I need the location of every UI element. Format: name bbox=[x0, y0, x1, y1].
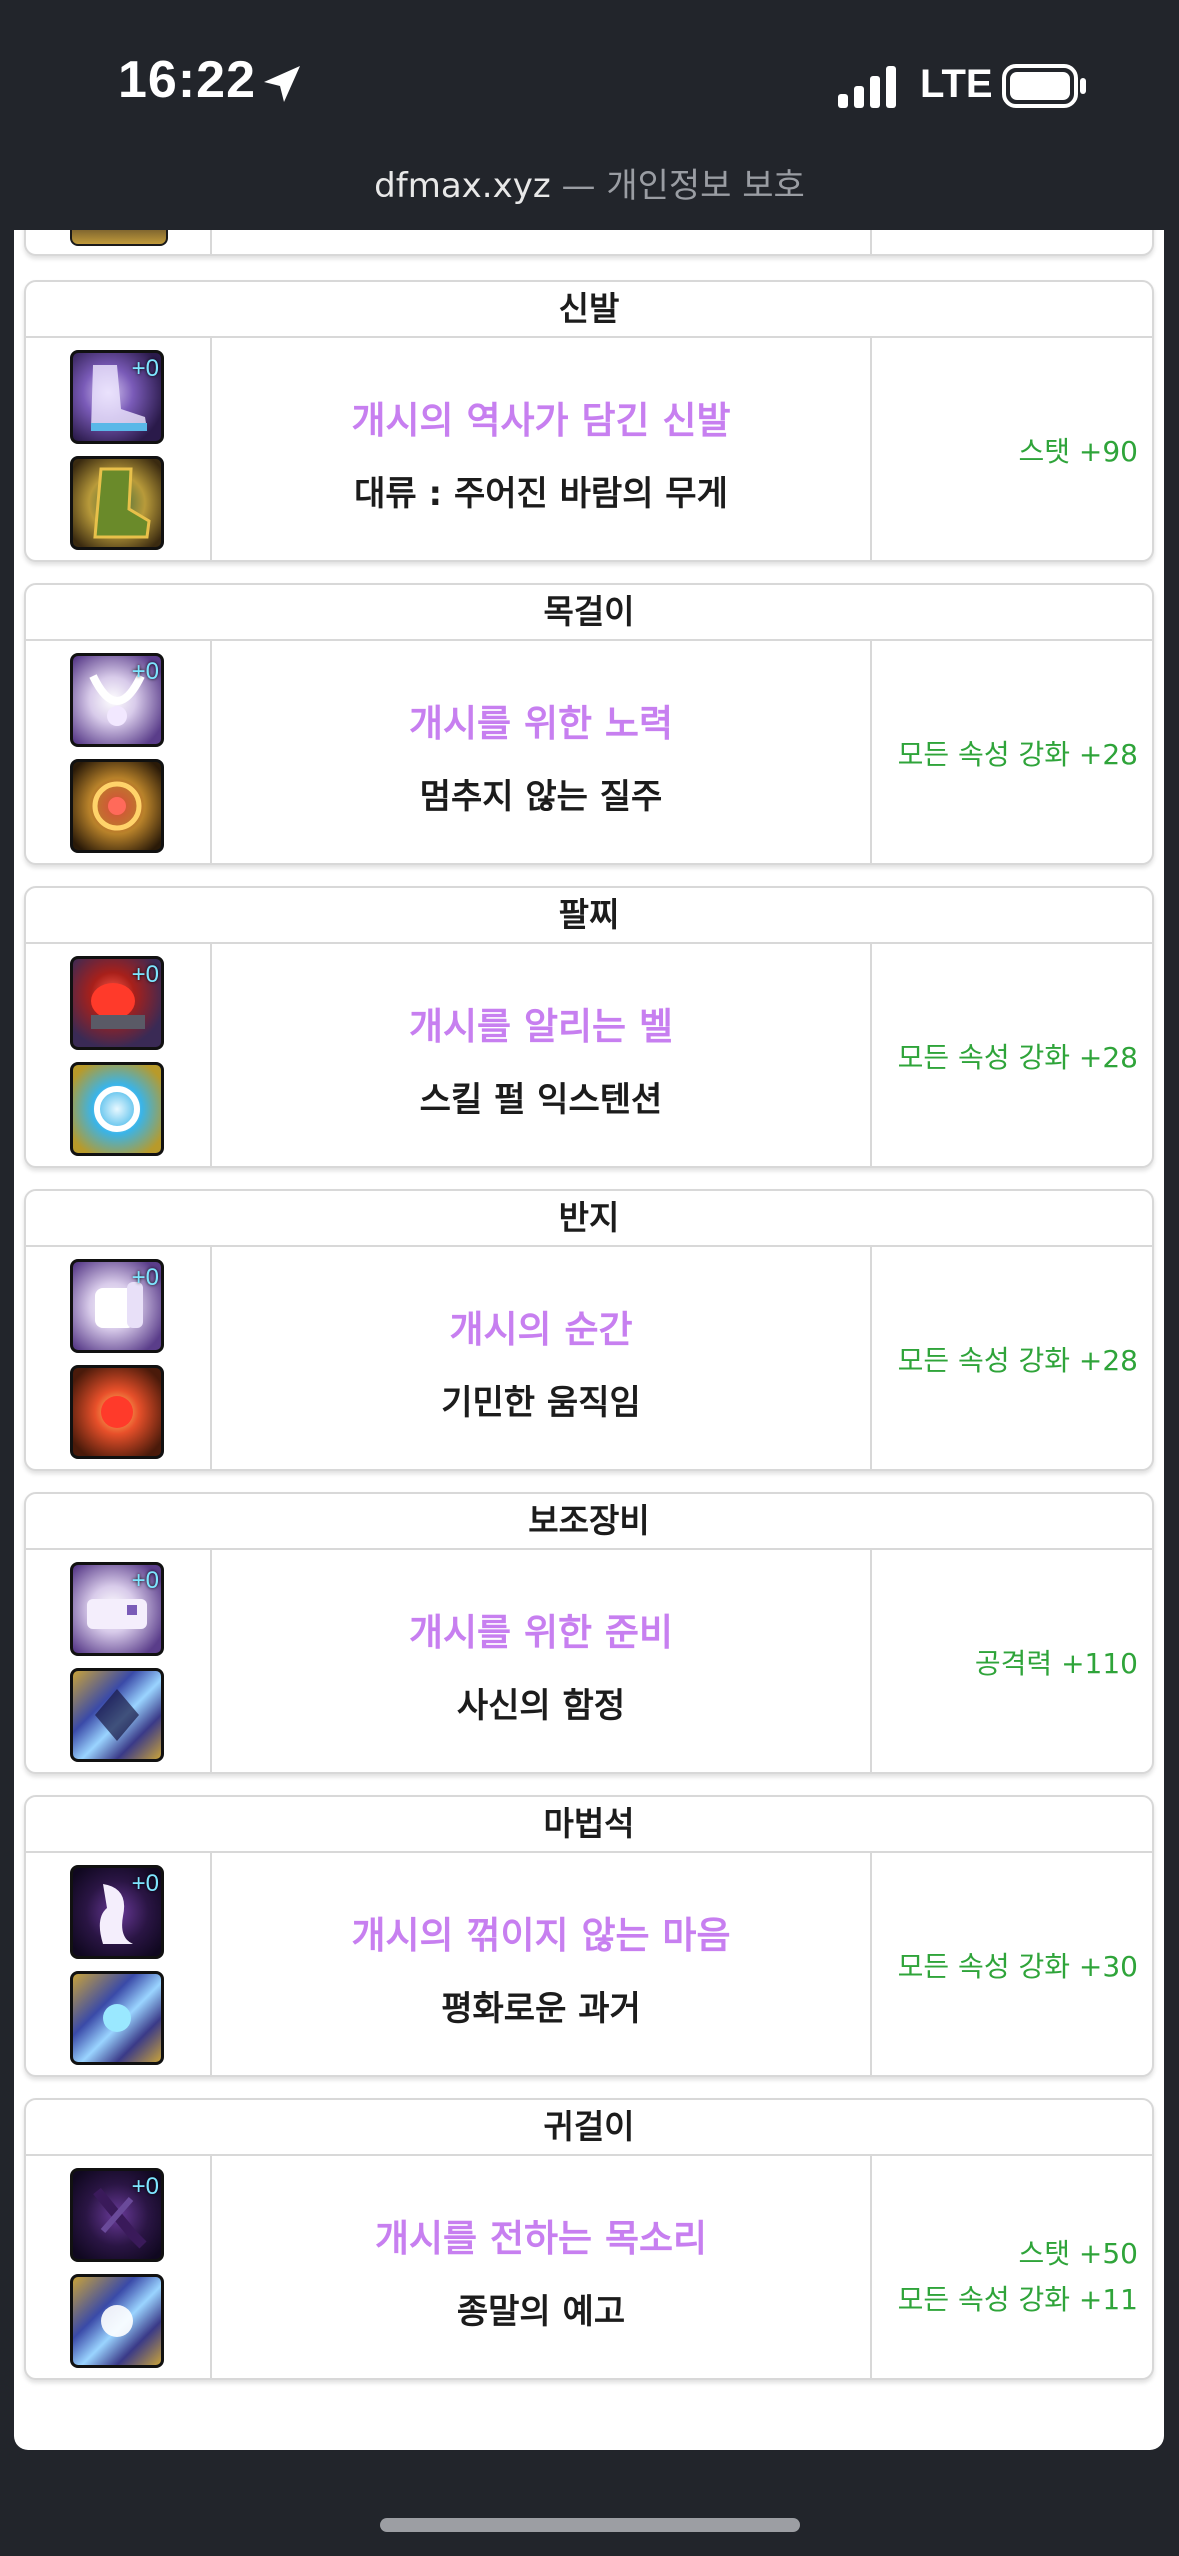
sub-bracelet-icon[interactable] bbox=[70, 1062, 164, 1156]
item-names: 개시를 위한 노력 멈추지 않는 질주 bbox=[212, 641, 872, 863]
upgrade-badge: +0 bbox=[131, 1870, 159, 1897]
sub-earring-icon[interactable] bbox=[70, 2274, 164, 2368]
location-arrow-icon bbox=[264, 66, 300, 102]
stat-value: 모든 속성 강화 +11 bbox=[897, 2283, 1138, 2316]
item-names: 개시의 꺾이지 않는 마음 평화로운 과거 bbox=[212, 1853, 872, 2075]
item-name[interactable]: 개시의 꺾이지 않는 마음 bbox=[212, 1905, 870, 1959]
sub-magic-stone-icon[interactable] bbox=[70, 1971, 164, 2065]
sub-necklace-icon[interactable] bbox=[70, 759, 164, 853]
item-sub-name: 스킬 펄 익스텐션 bbox=[419, 1080, 663, 1120]
url-bar[interactable]: dfmax.xyz — 개인정보 보호 bbox=[0, 158, 1179, 207]
stat-value: 공격력 +110 bbox=[974, 1647, 1138, 1680]
item-sub-name: 대류 : 주어진 바람의 무게 bbox=[354, 474, 728, 514]
boots-icon[interactable]: +0 bbox=[70, 350, 164, 444]
item-name[interactable]: 개시의 순간 bbox=[212, 1299, 870, 1353]
network-type: LTE bbox=[920, 62, 993, 106]
item-stats: 모든 속성 강화 +28 bbox=[872, 641, 1152, 863]
item-stats: 모든 속성 강화 +28 bbox=[872, 944, 1152, 1166]
item-names: 개시의 순간 기민한 움직임 bbox=[212, 1247, 872, 1469]
item-sub-name: 멈추지 않는 질주 bbox=[419, 777, 663, 817]
ring-icon[interactable]: +0 bbox=[70, 1259, 164, 1353]
previous-card-fragment bbox=[24, 230, 1154, 256]
stat-value: 스탯 +90 bbox=[1018, 435, 1138, 468]
slot-title: 마법석 bbox=[26, 1797, 1152, 1853]
item-icons: +0 bbox=[26, 1550, 212, 1772]
slot-title: 반지 bbox=[26, 1191, 1152, 1247]
sub-boots-icon[interactable] bbox=[70, 456, 164, 550]
slot-title: 목걸이 bbox=[26, 585, 1152, 641]
upgrade-badge: +0 bbox=[131, 961, 159, 988]
status-time: 16:22 bbox=[118, 51, 256, 109]
item-names: 개시를 전하는 목소리 종말의 예고 bbox=[212, 2156, 872, 2378]
slot-title: 팔찌 bbox=[26, 888, 1152, 944]
item-name[interactable]: 개시를 알리는 벨 bbox=[212, 996, 870, 1050]
stat-value: 모든 속성 강화 +30 bbox=[897, 1950, 1138, 1983]
item-sub-name: 평화로운 과거 bbox=[441, 1989, 641, 2029]
equipment-card-bracelet[interactable]: 팔찌 +0 개시를 알리는 벨 스킬 펄 익스텐션 모든 속성 강화 +28 bbox=[24, 886, 1154, 1168]
item-name[interactable]: 개시의 역사가 담긴 신발 bbox=[212, 390, 870, 444]
support-equipment-icon[interactable]: +0 bbox=[70, 1562, 164, 1656]
necklace-icon[interactable]: +0 bbox=[70, 653, 164, 747]
signal-bars-icon bbox=[838, 66, 896, 108]
stat-value: 모든 속성 강화 +28 bbox=[897, 1041, 1138, 1074]
item-name[interactable]: 개시를 위한 노력 bbox=[212, 693, 870, 747]
item-name[interactable]: 개시를 전하는 목소리 bbox=[212, 2208, 870, 2262]
equipment-card-magic-stone[interactable]: 마법석 +0 개시의 꺾이지 않는 마음 평화로운 과거 모든 속성 강화 +3… bbox=[24, 1795, 1154, 2077]
stat-value: 스탯 +50 bbox=[1018, 2237, 1138, 2270]
slot-title: 신발 bbox=[26, 282, 1152, 338]
item-names: 개시를 위한 준비 사신의 함정 bbox=[212, 1550, 872, 1772]
item-icons: +0 bbox=[26, 2156, 212, 2378]
earring-icon[interactable]: +0 bbox=[70, 2168, 164, 2262]
item-stats: 스탯 +90 bbox=[872, 338, 1152, 560]
item-stats: 모든 속성 강화 +30 bbox=[872, 1853, 1152, 2075]
stat-value: 모든 속성 강화 +28 bbox=[897, 738, 1138, 771]
equipment-card-necklace[interactable]: 목걸이 +0 개시를 위한 노력 멈추지 않는 질주 모든 속성 강화 +28 bbox=[24, 583, 1154, 865]
upgrade-badge: +0 bbox=[131, 658, 159, 685]
sub-support-icon[interactable] bbox=[70, 1668, 164, 1762]
slot-title: 귀걸이 bbox=[26, 2100, 1152, 2156]
url-separator: — bbox=[561, 166, 596, 206]
equipment-card-boots[interactable]: 신발 +0 개시의 역사가 담긴 신발 대류 : 주어진 바람의 무게 스탯 +… bbox=[24, 280, 1154, 562]
upgrade-badge: +0 bbox=[131, 1567, 159, 1594]
slot-title: 보조장비 bbox=[26, 1494, 1152, 1550]
battery-icon bbox=[1002, 64, 1086, 108]
home-indicator[interactable] bbox=[380, 2518, 800, 2532]
item-names: 개시를 알리는 벨 스킬 펄 익스텐션 bbox=[212, 944, 872, 1166]
url-domain: dfmax.xyz bbox=[374, 166, 551, 206]
item-stats: 스탯 +50 모든 속성 강화 +11 bbox=[872, 2156, 1152, 2378]
item-sub-name: 사신의 함정 bbox=[456, 1686, 626, 1726]
item-name[interactable]: 개시를 위한 준비 bbox=[212, 1602, 870, 1656]
item-icons: +0 bbox=[26, 944, 212, 1166]
upgrade-badge: +0 bbox=[131, 1264, 159, 1291]
url-privacy-label: 개인정보 보호 bbox=[606, 166, 805, 206]
equipment-card-support[interactable]: 보조장비 +0 개시를 위한 준비 사신의 함정 공격력 +110 bbox=[24, 1492, 1154, 1774]
item-sub-name: 기민한 움직임 bbox=[441, 1383, 641, 1423]
previous-item-icon bbox=[70, 230, 168, 246]
item-icons: +0 bbox=[26, 1247, 212, 1469]
item-icons: +0 bbox=[26, 641, 212, 863]
item-icons: +0 bbox=[26, 1853, 212, 2075]
item-stats: 공격력 +110 bbox=[872, 1550, 1152, 1772]
item-sub-name: 종말의 예고 bbox=[456, 2292, 626, 2332]
upgrade-badge: +0 bbox=[131, 355, 159, 382]
item-icons: +0 bbox=[26, 338, 212, 560]
status-bar: 16:22 LTE dfmax.xyz — 개인정보 보호 bbox=[0, 0, 1179, 230]
equipment-card-earring[interactable]: 귀걸이 +0 개시를 전하는 목소리 종말의 예고 스탯 +50 모든 속성 강… bbox=[24, 2098, 1154, 2380]
equipment-card-ring[interactable]: 반지 +0 개시의 순간 기민한 움직임 모든 속성 강화 +28 bbox=[24, 1189, 1154, 1471]
equipment-page: 신발 +0 개시의 역사가 담긴 신발 대류 : 주어진 바람의 무게 스탯 +… bbox=[14, 230, 1164, 2450]
item-stats: 모든 속성 강화 +28 bbox=[872, 1247, 1152, 1469]
sub-ring-icon[interactable] bbox=[70, 1365, 164, 1459]
bell-bracelet-icon[interactable]: +0 bbox=[70, 956, 164, 1050]
stat-value: 모든 속성 강화 +28 bbox=[897, 1344, 1138, 1377]
magic-stone-icon[interactable]: +0 bbox=[70, 1865, 164, 1959]
upgrade-badge: +0 bbox=[131, 2173, 159, 2200]
item-names: 개시의 역사가 담긴 신발 대류 : 주어진 바람의 무게 bbox=[212, 338, 872, 560]
